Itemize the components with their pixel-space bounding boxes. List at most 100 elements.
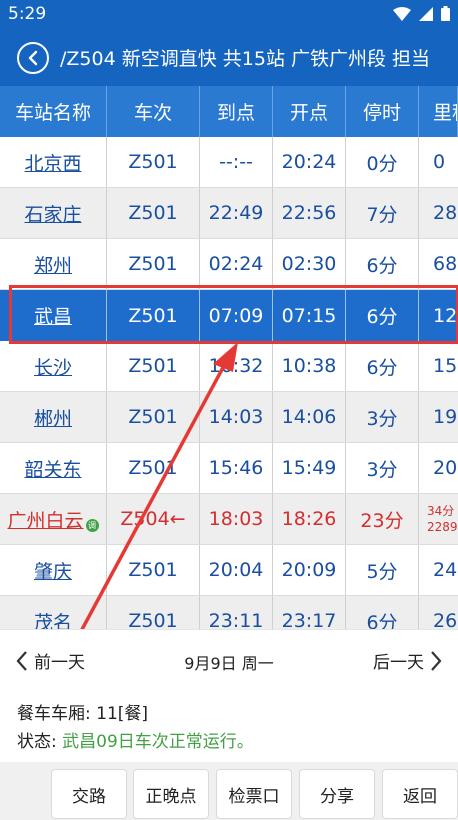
station-link[interactable]: 广州白云	[7, 506, 83, 533]
arrive-cell: 23:11	[200, 596, 273, 629]
station-link[interactable]: 韶关东	[24, 455, 81, 482]
chevron-left-icon	[28, 50, 38, 66]
table-row[interactable]: 韶关东 Z501 15:46 15:49 3分 20	[0, 443, 458, 494]
battery-icon	[441, 6, 450, 21]
column-header: 开点	[273, 86, 346, 137]
signal-icon	[419, 6, 433, 21]
depart-cell: 10:38	[273, 341, 346, 391]
train-info: 餐车车厢: 11[餐] 状态: 武昌09日车次正常运行。	[17, 700, 254, 756]
train-cell: Z501	[107, 596, 200, 629]
table-row[interactable]: 茂名 Z501 23:11 23:17 6分 26	[0, 596, 458, 629]
stop-cell: 3分	[346, 392, 419, 442]
mileage-cell: 20	[433, 457, 458, 479]
status-bar: 5:29	[0, 0, 458, 28]
stop-cell: 6分	[346, 596, 419, 629]
depart-cell: 20:09	[273, 545, 346, 595]
wifi-icon	[393, 6, 411, 21]
table-row[interactable]: 肇庆 Z501 20:04 20:09 5分 24	[0, 545, 458, 596]
arrive-cell: 20:04	[200, 545, 273, 595]
stop-cell: 5分	[346, 545, 419, 595]
column-header: 到点	[200, 86, 273, 137]
status-info: 状态: 武昌09日车次正常运行。	[17, 728, 254, 756]
train-cell: Z501	[107, 137, 200, 187]
arrive-cell: 02:24	[200, 239, 273, 289]
table-row[interactable]: 郴州 Z501 14:03 14:06 3分 19	[0, 392, 458, 443]
depart-cell: 22:56	[273, 188, 346, 238]
mileage-cell: 34分 2289	[419, 494, 458, 544]
arrive-cell: 15:46	[200, 443, 273, 493]
bottom-toolbar: 交路 正晚点 检票口 分享 返回	[0, 762, 458, 820]
mileage-cell: 12	[419, 290, 458, 341]
next-day-button[interactable]: 后一天	[373, 648, 442, 673]
column-header: 车次	[107, 86, 200, 137]
arrive-cell: 07:09	[200, 290, 273, 341]
train-cell: Z504←	[107, 494, 200, 544]
column-header: 里程	[419, 86, 458, 137]
stop-cell: 23分	[346, 494, 419, 544]
station-link[interactable]: 北京西	[24, 149, 81, 176]
stop-cell: 0分	[346, 137, 419, 187]
station-link[interactable]: 长沙	[34, 353, 72, 380]
depart-cell: 23:17	[273, 596, 346, 629]
station-link[interactable]: 郴州	[34, 404, 72, 431]
back-button[interactable]	[17, 42, 49, 74]
mileage-cell: 26	[433, 610, 458, 629]
arrive-cell: --:--	[200, 137, 273, 187]
arrive-cell: 18:03	[200, 494, 273, 544]
chevron-right-icon	[431, 650, 442, 671]
timetable: 车站名称 车次 到点 开点 停时 里程 北京西 Z501 --:-- 20:24…	[0, 86, 458, 629]
page-title: /Z504 新空调直快 共15站 广铁广州段 担当	[60, 48, 431, 70]
dispatch-badge: 调	[85, 518, 99, 532]
train-cell: Z501	[107, 392, 200, 442]
mileage-value: 2289	[427, 520, 458, 534]
mileage-cell: 15	[433, 355, 458, 377]
status-icons	[393, 6, 450, 21]
train-cell: Z501	[107, 239, 200, 289]
status-value: 武昌09日车次正常运行。	[62, 732, 254, 752]
train-cell: Z501	[107, 341, 200, 391]
depart-cell: 18:26	[273, 494, 346, 544]
depart-cell: 07:15	[273, 290, 346, 341]
mileage-cell: 19	[433, 406, 458, 428]
table-row[interactable]: 北京西 Z501 --:-- 20:24 0分 0	[0, 137, 458, 188]
dining-car-info: 餐车车厢: 11[餐]	[17, 704, 149, 724]
return-button[interactable]: 返回	[382, 769, 458, 819]
station-link[interactable]: 肇庆	[34, 557, 72, 584]
status-label: 状态:	[17, 732, 63, 752]
route-button[interactable]: 交路	[51, 769, 127, 819]
ticket-gate-button[interactable]: 检票口	[216, 769, 292, 819]
depart-cell: 15:49	[273, 443, 346, 493]
train-cell: Z501	[107, 545, 200, 595]
table-row-terminus[interactable]: 广州白云调 Z504← 18:03 18:26 23分 34分 2289	[0, 494, 458, 545]
share-button[interactable]: 分享	[299, 769, 375, 819]
stop-cell: 6分	[346, 239, 419, 289]
mileage-cell: 68	[433, 253, 458, 275]
station-link[interactable]: 武昌	[34, 302, 72, 329]
station-link[interactable]: 石家庄	[24, 200, 81, 227]
arrive-cell: 10:32	[200, 341, 273, 391]
train-cell: Z501	[107, 290, 200, 341]
mileage-cell: 28	[433, 202, 458, 224]
next-day-label: 后一天	[373, 653, 424, 673]
stop-cell: 7分	[346, 188, 419, 238]
table-row-selected[interactable]: 武昌 Z501 07:09 07:15 6分 12	[0, 290, 458, 341]
status-time: 5:29	[8, 4, 47, 24]
table-row[interactable]: 石家庄 Z501 22:49 22:56 7分 28	[0, 188, 458, 239]
arrive-cell: 22:49	[200, 188, 273, 238]
station-link[interactable]: 郑州	[34, 251, 72, 278]
depart-cell: 02:30	[273, 239, 346, 289]
table-row[interactable]: 郑州 Z501 02:24 02:30 6分 68	[0, 239, 458, 290]
column-header: 车站名称	[0, 86, 107, 137]
train-cell: Z501	[107, 443, 200, 493]
station-link[interactable]: 茂名	[34, 608, 72, 630]
mileage-cell: 0	[433, 151, 446, 173]
mileage-cell: 24	[433, 559, 458, 581]
table-row[interactable]: 长沙 Z501 10:32 10:38 6分 15	[0, 341, 458, 392]
punctuality-button[interactable]: 正晚点	[133, 769, 209, 819]
depart-cell: 20:24	[273, 137, 346, 187]
arrive-cell: 14:03	[200, 392, 273, 442]
header: /Z504 新空调直快 共15站 广铁广州段 担当	[0, 28, 458, 86]
mileage-delay: 34分	[427, 504, 455, 518]
column-header: 停时	[346, 86, 419, 137]
table-header: 车站名称 车次 到点 开点 停时 里程	[0, 86, 458, 137]
